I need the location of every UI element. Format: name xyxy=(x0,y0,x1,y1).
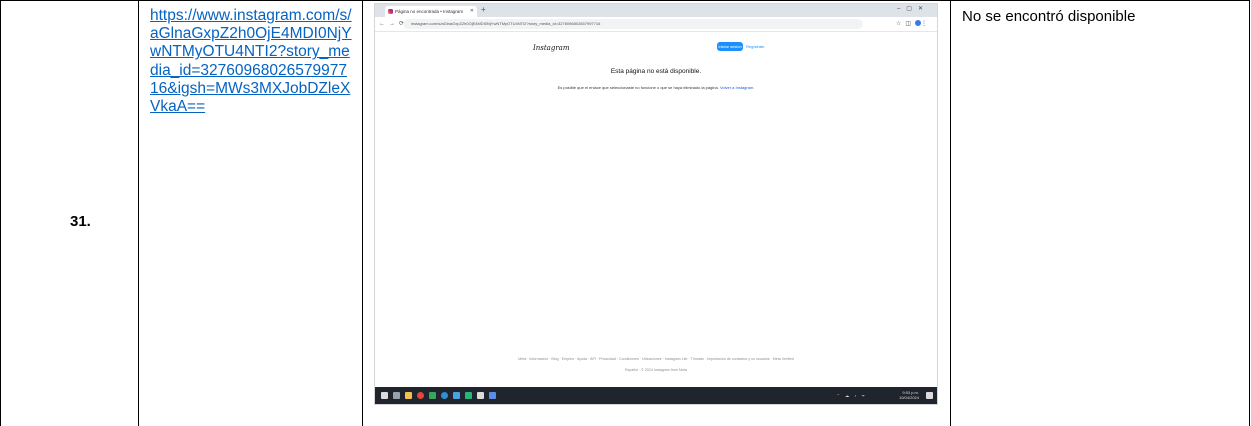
window-controls-icon: –▢✕ xyxy=(896,6,929,12)
task-view-icon xyxy=(393,392,400,399)
login-button: Iniciar sesión xyxy=(717,42,743,51)
address-bar: ←→⟳ instagram.com/s/aGlnaGxpZ2h0OjE4MDI0… xyxy=(375,17,937,32)
clock-date: 10/04/2024 xyxy=(898,395,919,400)
instagram-logo: Instagram xyxy=(533,44,570,52)
app-icon xyxy=(453,392,460,399)
error-title: Esta página no está disponible. xyxy=(610,68,702,75)
post-link[interactable]: https://www.instagram.com/s/aGlnaGxpZ2h0… xyxy=(150,7,352,116)
browser-tab-bar: Página no encontrada • Instagram ✕ + –▢✕ xyxy=(375,4,937,17)
error-message: Es posible que el enlace que seleccionas… xyxy=(375,85,937,90)
error-body-text: Es posible que el enlace que seleccionas… xyxy=(557,85,719,90)
tab-title: Página no encontrada • Instagram xyxy=(395,9,464,14)
app-icon xyxy=(429,392,436,399)
windows-start-icon xyxy=(381,392,388,399)
instagram-favicon-icon xyxy=(388,9,393,14)
table-border-top xyxy=(0,0,1250,1)
table-border-left xyxy=(0,0,1,426)
app-icon xyxy=(489,392,496,399)
table-border-col2 xyxy=(362,0,363,426)
windows-taskbar: ⌃ ☁ ♪ ᯤ 9:53 p.m. 10/04/2024 xyxy=(375,387,937,404)
signup-link: Regístrate xyxy=(746,44,765,49)
footer-copyright: Español · © 2024 Instagram from Meta xyxy=(625,368,687,372)
notification-icon xyxy=(926,392,933,399)
back-to-instagram-link: Volver a Instagram. xyxy=(719,85,755,90)
avatar xyxy=(915,20,921,27)
url-field: instagram.com/s/aGlnaGxpZ2h0OjE4MDI0NjYw… xyxy=(403,19,863,29)
row-number: 31. xyxy=(70,213,91,230)
chrome-icon xyxy=(417,392,424,399)
edge-icon xyxy=(441,392,448,399)
system-tray-icons: ⌃ ☁ ♪ ᯤ xyxy=(836,393,867,398)
app-icon xyxy=(477,392,484,399)
new-tab-icon: + xyxy=(481,5,486,14)
result-text: No se encontró disponible xyxy=(962,8,1136,25)
browser-tools-icons: ☆◫ ⋮ xyxy=(895,20,931,27)
app-icon xyxy=(465,392,472,399)
browser-tab: Página no encontrada • Instagram ✕ xyxy=(385,6,477,17)
taskbar-clock: 9:53 p.m. 10/04/2024 xyxy=(899,390,919,400)
evidence-screenshot: Página no encontrada • Instagram ✕ + –▢✕… xyxy=(374,3,938,405)
file-explorer-icon xyxy=(405,392,412,399)
table-border-right xyxy=(1249,0,1250,426)
table-border-col1 xyxy=(138,0,139,426)
footer-links: Meta · Información · Blog · Empleo · Ayu… xyxy=(518,357,794,361)
table-border-col3 xyxy=(950,0,951,426)
close-icon: ✕ xyxy=(469,8,474,14)
